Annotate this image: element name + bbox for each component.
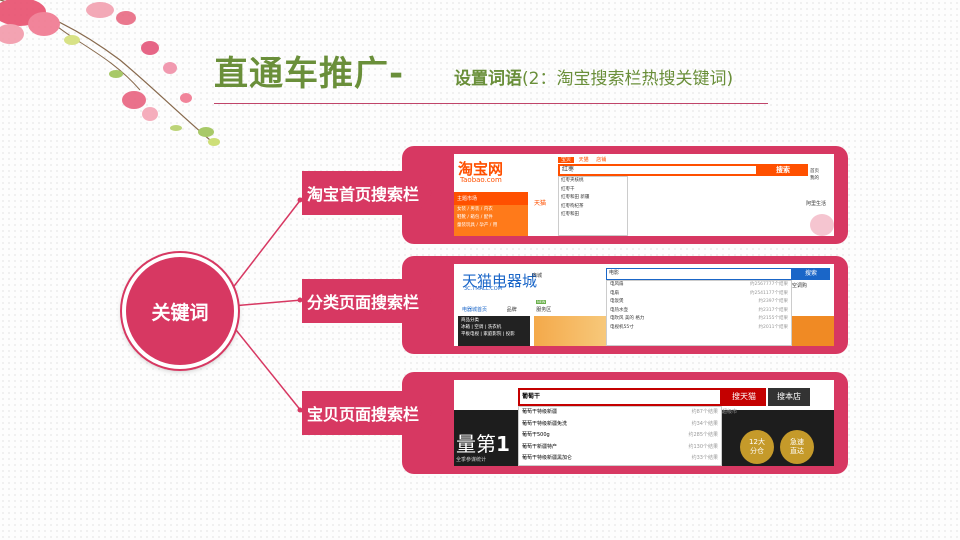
category-nav: 电器城首页 品牌 服务区 bbox=[462, 306, 551, 313]
suggestion-count: 约285个结果 bbox=[688, 432, 718, 438]
stats-caption: 全季参谋统计 bbox=[456, 457, 487, 463]
suggestion[interactable]: 红枣干 bbox=[561, 186, 627, 195]
tab-item[interactable]: 宝贝 bbox=[558, 157, 575, 163]
suggestion-term: 电热水壶 bbox=[610, 307, 628, 313]
suggestion-count: 约2567777个结果 bbox=[749, 282, 788, 287]
suggestion[interactable]: 电吹风 美的 格力 约2155个结果 bbox=[610, 315, 788, 324]
suggestion[interactable]: 电扇 约2541177个结果 bbox=[610, 290, 788, 299]
ali-life: 阿里生活 bbox=[806, 201, 827, 207]
suggestion-term: 电饭煲 bbox=[610, 299, 624, 305]
suggestion-term: 电风扇 bbox=[610, 282, 624, 287]
suggestion-count: 约2541177个结果 bbox=[749, 290, 788, 296]
sales-rank-number: 1 bbox=[496, 432, 510, 456]
ac-link[interactable]: 空调购 bbox=[792, 282, 807, 289]
search-input[interactable]: 红枣 bbox=[558, 164, 758, 176]
search-input[interactable]: 电影 bbox=[606, 268, 792, 280]
menu-item[interactable]: 鞋靴 / 箱包 / 配件 bbox=[454, 213, 528, 221]
search-input[interactable]: 葡萄干 bbox=[518, 388, 722, 406]
promo-graphic bbox=[810, 214, 834, 236]
suggestion[interactable]: 电饭煲 约2397个结果 bbox=[610, 298, 788, 307]
tmall-electric-sub: 3C.TMALL.COM bbox=[464, 286, 502, 292]
suggestion[interactable]: 红枣枸杞茶 bbox=[561, 203, 627, 212]
my-link[interactable]: 我的 bbox=[810, 175, 819, 182]
suggestion[interactable]: 电热水壶 约2317个结果 bbox=[610, 307, 788, 316]
search-tmall-button[interactable]: 搜天猫 bbox=[722, 388, 766, 406]
tab-shop[interactable]: 店铺 bbox=[593, 157, 609, 163]
home-link[interactable]: 首页 bbox=[810, 168, 819, 175]
supermarket-link[interactable]: 超级市 bbox=[722, 408, 737, 415]
promo-banner bbox=[534, 316, 606, 346]
suggestion[interactable]: 葡萄干新疆特产 约130个结果 bbox=[522, 442, 718, 454]
search-button[interactable]: 搜索 bbox=[792, 268, 830, 280]
suggestion[interactable]: 葡萄干特级新疆黑加仑 约33个结果 bbox=[522, 453, 718, 465]
category-item[interactable]: 冰箱 | 空调 | 洗衣机 bbox=[461, 324, 527, 331]
branch-label-category: 分类页面搜索栏 bbox=[302, 279, 432, 323]
suggestion-count: 约2397个结果 bbox=[758, 299, 788, 305]
keyword-node: 关键词 bbox=[122, 253, 238, 369]
tab-tmall[interactable]: 天猫 bbox=[576, 157, 592, 163]
branch-label-homepage: 淘宝首页搜索栏 bbox=[302, 171, 432, 215]
taobao-homepage-screenshot: 淘宝网 Taobao.com 宝贝 天猫 店铺 红枣 搜索 红枣夹核桃 红枣干 … bbox=[454, 154, 834, 236]
suggestion-term: 葡萄干新疆特产 bbox=[522, 443, 558, 450]
suggestion[interactable]: 红枣夹核桃 bbox=[561, 177, 627, 186]
category-page-card: 天猫电器城 3C.TMALL.COM 商城 电影 搜索 电风扇 约2567777个… bbox=[402, 256, 848, 354]
nav-brand[interactable]: 品牌 bbox=[507, 307, 517, 313]
suggestion[interactable]: 葡萄干特级新疆免洗 约34个结果 bbox=[522, 419, 718, 431]
suggestion-term: 葡萄干特级新疆免洗 bbox=[522, 420, 568, 427]
suggestion-count: 约87个结果 bbox=[691, 409, 718, 415]
menu-item[interactable]: 童装玩具 / 孕产 / 用 bbox=[454, 221, 528, 229]
search-tabs: 宝贝 天猫 店铺 bbox=[558, 156, 609, 163]
city-select[interactable]: 商城 bbox=[532, 272, 542, 279]
nav-home[interactable]: 电器城首页 bbox=[462, 307, 487, 313]
suggestion[interactable]: 葡萄干特级新疆 约87个结果 bbox=[522, 407, 718, 419]
suggestion-term: 电扇 bbox=[610, 290, 619, 296]
category-page-screenshot: 天猫电器城 3C.TMALL.COM 商城 电影 搜索 电风扇 约2567777个… bbox=[454, 264, 834, 346]
nav-service[interactable]: 服务区 bbox=[536, 307, 551, 313]
menu-item[interactable]: 女装 / 男装 / 内衣 bbox=[454, 205, 528, 213]
sales-rank-text: 量第1 bbox=[456, 428, 510, 457]
tmall-link[interactable]: 天猫 bbox=[534, 198, 546, 207]
discount-banner bbox=[792, 316, 834, 346]
suggestion[interactable]: 电视机55寸 约2011个结果 bbox=[610, 324, 788, 333]
suggestion-term: 葡萄干500g bbox=[522, 432, 550, 438]
search-shop-button[interactable]: 搜本店 bbox=[768, 388, 810, 406]
suggestion[interactable]: 电风扇 约2567777个结果 bbox=[610, 281, 788, 290]
category-item[interactable]: 平板电视 | 家庭影院 | 投影 bbox=[461, 331, 527, 338]
suggestion-term: 电视机55寸 bbox=[610, 324, 634, 330]
suggestion-count: 约34个结果 bbox=[691, 420, 718, 427]
taobao-logo-sub: Taobao.com bbox=[460, 176, 502, 184]
suggestion-term: 葡萄干特级新疆 bbox=[522, 409, 558, 415]
fast-delivery-badge: 急速 直达 bbox=[780, 430, 814, 464]
item-page-card: 葡萄干 搜天猫 搜本店 超级市 葡萄干特级新疆 约87个结果 葡萄干特级新疆免洗约… bbox=[402, 372, 848, 474]
suggestion-count: 约33个结果 bbox=[691, 455, 718, 461]
theme-market-title: 主题市场 bbox=[454, 192, 528, 205]
warehouse-badge: 12大 分仓 bbox=[740, 430, 774, 464]
suggestion[interactable]: 红枣和田 bbox=[561, 211, 627, 220]
suggestion-count: 约2317个结果 bbox=[758, 307, 788, 313]
suggestion-term: 葡萄干特级新疆黑加仑 bbox=[522, 455, 573, 461]
suggestion-dropdown: 红枣夹核桃 红枣干 红枣和田 新疆 红枣枸杞茶 红枣和田 bbox=[558, 176, 628, 236]
suggestion-dropdown: 电风扇 约2567777个结果 电扇 约2541177个结果 电饭煲 约2397个结果… bbox=[606, 280, 792, 346]
taobao-homepage-card: 淘宝网 Taobao.com 宝贝 天猫 店铺 红枣 搜索 红枣夹核桃 红枣干 … bbox=[402, 146, 848, 244]
suggestion-dropdown: 葡萄干特级新疆 约87个结果 葡萄干特级新疆免洗 约34个结果 葡萄干500g 约28… bbox=[518, 406, 722, 466]
user-links: 首页 我的 bbox=[810, 168, 819, 182]
category-sidebar: 商品分类 冰箱 | 空调 | 洗衣机 平板电视 | 家庭影院 | 投影 bbox=[458, 316, 530, 346]
suggestion-count: 约2011个结果 bbox=[758, 324, 788, 330]
suggestion[interactable]: 葡萄干500g 约285个结果 bbox=[522, 430, 718, 442]
search-button[interactable]: 搜索 bbox=[758, 164, 808, 176]
suggestion-count: 约2155个结果 bbox=[758, 316, 788, 322]
branch-label-item: 宝贝页面搜索栏 bbox=[302, 391, 432, 435]
new-badge: NEW bbox=[536, 300, 547, 304]
suggestion-count: 约130个结果 bbox=[688, 443, 718, 450]
suggestion[interactable]: 红枣和田 新疆 bbox=[561, 194, 627, 203]
theme-market-menu: 主题市场 女装 / 男装 / 内衣 鞋靴 / 箱包 / 配件 童装玩具 / 孕产… bbox=[454, 192, 528, 236]
category-sidebar-title: 商品分类 bbox=[461, 318, 479, 323]
sales-rank-label: 量第 bbox=[456, 432, 496, 456]
suggestion-term: 电吹风 美的 格力 bbox=[610, 316, 645, 322]
item-page-screenshot: 葡萄干 搜天猫 搜本店 超级市 葡萄干特级新疆 约87个结果 葡萄干特级新疆免洗约… bbox=[454, 380, 834, 466]
